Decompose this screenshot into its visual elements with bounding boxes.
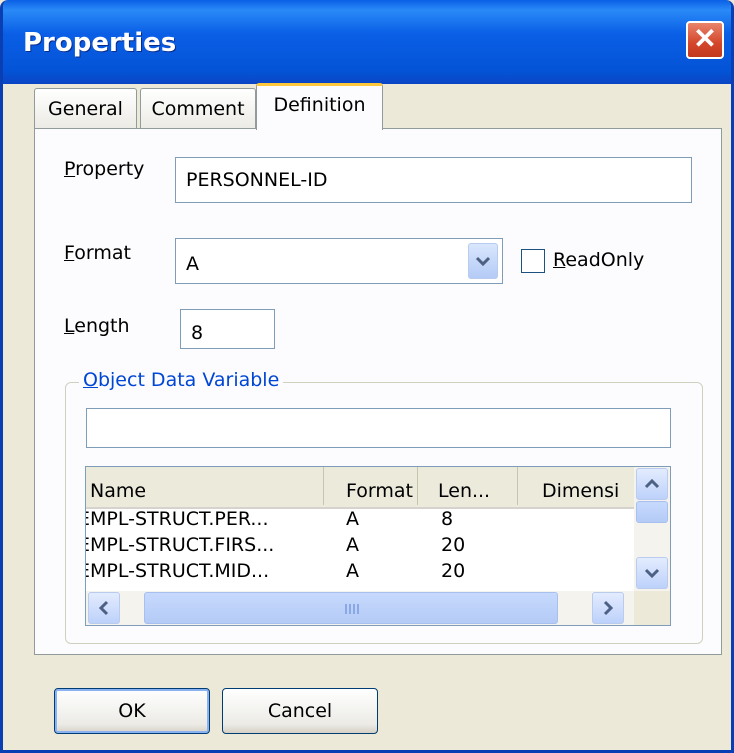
format-value: A xyxy=(186,253,199,275)
horizontal-scrollbar[interactable] xyxy=(86,591,634,625)
grip-icon xyxy=(345,604,359,614)
tab-definition[interactable]: Definition xyxy=(256,83,383,130)
column-header-name[interactable]: Name xyxy=(86,467,324,505)
tab-general-label: General xyxy=(48,98,123,120)
tab-definition-label: Definition xyxy=(273,94,366,116)
tab-comment[interactable]: Comment xyxy=(140,88,256,128)
list-item[interactable]: EMPL-STRUCT.MID... A 20 xyxy=(86,560,634,591)
property-label: Property xyxy=(64,158,145,180)
readonly-checkbox[interactable] xyxy=(521,249,545,273)
chevron-up-icon xyxy=(644,478,660,489)
format-label: Format xyxy=(64,242,131,264)
object-data-variable-input[interactable] xyxy=(86,408,671,448)
object-data-variable-label: Object Data Variable xyxy=(79,369,284,391)
scroll-right-button[interactable] xyxy=(592,592,624,624)
cell-format: A xyxy=(346,508,359,530)
close-icon: ✕ xyxy=(693,23,717,54)
chevron-down-icon xyxy=(644,568,660,579)
format-dropdown-button[interactable] xyxy=(468,243,498,279)
readonly-label[interactable]: ReadOnly xyxy=(553,249,644,271)
close-button[interactable]: ✕ xyxy=(686,21,724,59)
length-input[interactable]: 8 xyxy=(180,309,275,349)
list-item[interactable]: EMPL-STRUCT.PER... A 8 xyxy=(86,508,634,534)
cell-name: EMPL-STRUCT.MID... xyxy=(86,560,270,582)
title-bar[interactable]: Properties ✕ xyxy=(3,0,731,84)
properties-dialog: Properties ✕ General Comment Definition … xyxy=(0,0,734,753)
horizontal-scroll-thumb[interactable] xyxy=(144,592,558,624)
column-header-dimension[interactable]: Dimensi xyxy=(518,467,634,505)
chevron-left-icon xyxy=(98,600,109,616)
cell-name: EMPL-STRUCT.PER... xyxy=(86,508,269,530)
property-value: PERSONNEL-ID xyxy=(186,169,328,191)
ok-button[interactable]: OK xyxy=(54,688,210,734)
cell-length: 20 xyxy=(441,534,466,556)
chevron-down-icon xyxy=(475,256,491,267)
variable-list[interactable]: Name Format Len... Dimensi EMPL-STRUCT.P… xyxy=(85,466,671,626)
vertical-scrollbar[interactable] xyxy=(634,467,670,591)
length-label: Length xyxy=(64,315,130,337)
cell-length: 8 xyxy=(441,508,454,530)
vertical-scroll-thumb[interactable] xyxy=(636,501,668,523)
list-header: Name Format Len... Dimensi xyxy=(86,467,634,509)
format-select[interactable]: A xyxy=(175,238,503,284)
column-header-length[interactable]: Len... xyxy=(418,467,518,505)
cancel-button[interactable]: Cancel xyxy=(222,688,378,734)
tab-comment-label: Comment xyxy=(151,98,245,120)
column-header-format[interactable]: Format xyxy=(324,467,418,505)
scroll-down-button[interactable] xyxy=(636,557,668,589)
cell-length: 20 xyxy=(441,560,466,582)
chevron-right-icon xyxy=(603,600,614,616)
scroll-up-button[interactable] xyxy=(636,468,668,500)
scrollbar-corner xyxy=(634,591,670,625)
cell-format: A xyxy=(346,560,359,582)
list-item[interactable]: EMPL-STRUCT.FIRS... A 20 xyxy=(86,534,634,560)
tab-general[interactable]: General xyxy=(34,88,137,128)
cell-name: EMPL-STRUCT.FIRS... xyxy=(86,534,275,556)
dialog-title: Properties xyxy=(23,28,177,58)
cell-format: A xyxy=(346,534,359,556)
property-input[interactable]: PERSONNEL-ID xyxy=(175,157,692,203)
length-value: 8 xyxy=(191,322,204,344)
scroll-left-button[interactable] xyxy=(88,592,120,624)
